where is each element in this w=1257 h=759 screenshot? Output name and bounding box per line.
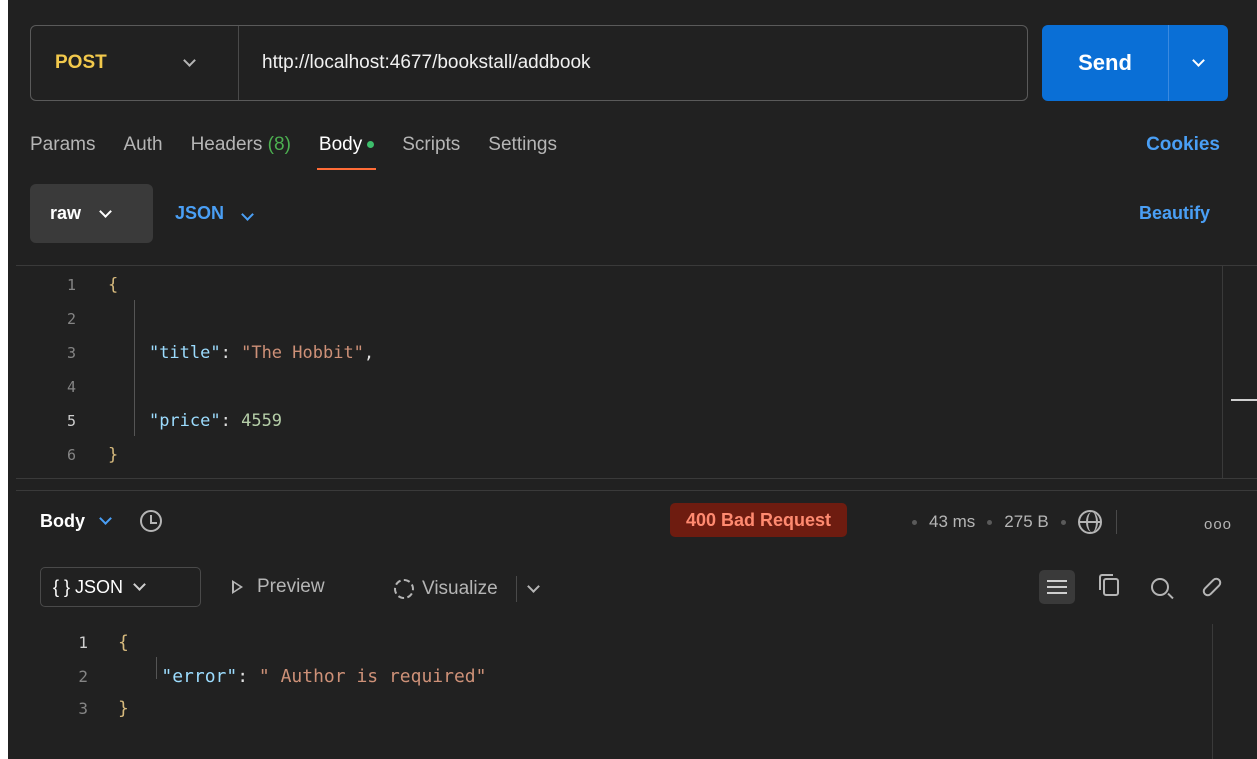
visualize-button[interactable]: Visualize (394, 576, 540, 602)
code-error-line: "error": " Author is required" (161, 665, 487, 687)
separator-dot (912, 519, 917, 525)
chevron-down-icon (241, 208, 254, 221)
response-section-label: Body (40, 510, 85, 531)
link-icon (1200, 575, 1224, 599)
chevron-down-icon (99, 512, 112, 525)
editor-line: 4 (16, 370, 92, 404)
status-badge[interactable]: 400 Bad Request (670, 503, 848, 537)
json-key: "error" (161, 665, 238, 687)
response-divider[interactable] (16, 490, 1257, 491)
line-number: 1 (66, 276, 76, 294)
code-open-brace: { (108, 275, 119, 295)
response-line: 1 { (16, 628, 129, 656)
more-options-icon[interactable]: ooo (1204, 516, 1232, 533)
json-string: " Author is required" (258, 665, 487, 687)
wrap-lines-button[interactable] (1039, 570, 1075, 604)
tab-auth[interactable]: Auth (123, 134, 162, 156)
visualize-label: Visualize (422, 578, 498, 599)
line-number: 4 (66, 378, 76, 396)
tab-headers[interactable]: Headers (8) (191, 134, 291, 156)
response-format-select[interactable]: { } JSON (40, 567, 201, 607)
preview-button[interactable]: Preview (232, 576, 325, 598)
request-body-editor[interactable]: 1 { 2 3 "title": "The Hobbit", 4 5 "pric… (16, 265, 1257, 479)
postman-panel: POST http://localhost:4677/bookstall/add… (8, 0, 1257, 759)
scrollbar-cursor-marker (1231, 399, 1257, 401)
request-bar: POST http://localhost:4677/bookstall/add… (30, 25, 1028, 101)
line-number: 6 (66, 446, 76, 464)
play-icon (232, 580, 243, 594)
send-button[interactable]: Send (1042, 50, 1168, 76)
divider (1115, 510, 1117, 534)
body-modified-dot (367, 141, 375, 149)
line-number: 2 (66, 310, 76, 328)
globe-icon[interactable] (1077, 510, 1102, 534)
copy-icon (1099, 574, 1119, 596)
tab-body-label: Body (318, 134, 363, 155)
editor-line: 1 { (16, 268, 118, 302)
tab-params[interactable]: Params (30, 134, 95, 156)
tab-body[interactable]: Body (316, 134, 377, 170)
tab-headers-label: Headers (190, 134, 263, 155)
code-close-brace: } (108, 445, 119, 465)
code-title-line: "title": "The Hobbit", (148, 343, 375, 363)
response-line: 2 "error": " Author is required" (16, 662, 486, 690)
response-meta: 43 ms 275 B (900, 510, 1117, 534)
response-time[interactable]: 43 ms (929, 512, 975, 532)
response-body-select[interactable]: Body (40, 510, 162, 532)
language-label: JSON (175, 203, 225, 223)
chevron-down-icon[interactable] (526, 580, 540, 593)
code-price-line: "price": 4559 (148, 411, 283, 431)
chevron-down-icon (133, 578, 146, 591)
headers-count: (8) (267, 134, 291, 155)
line-number: 2 (78, 666, 88, 686)
json-number: 4559 (241, 411, 283, 431)
chevron-down-icon (183, 54, 196, 67)
separator-dot (1060, 519, 1066, 525)
editor-line: 2 (16, 302, 92, 336)
response-size[interactable]: 275 B (1004, 512, 1048, 532)
tab-settings[interactable]: Settings (488, 134, 557, 156)
send-options-button[interactable] (1168, 25, 1228, 101)
code-open-brace: { (118, 631, 129, 653)
preview-label: Preview (257, 576, 325, 597)
json-key: "title" (148, 343, 221, 363)
link-button[interactable] (1194, 570, 1230, 604)
format-label: { } JSON (53, 576, 124, 597)
copy-button[interactable] (1093, 570, 1129, 604)
method-select[interactable]: POST (31, 26, 239, 100)
search-icon (1151, 578, 1169, 596)
language-select[interactable]: JSON (175, 203, 254, 224)
editor-line: 6 } (16, 438, 118, 472)
editor-line: 5 "price": 4559 (16, 404, 282, 438)
history-icon[interactable] (140, 510, 162, 532)
request-tabs: Params Auth Headers (8) Body Scripts Set… (30, 134, 585, 170)
json-string: "The Hobbit" (241, 343, 364, 363)
separator-dot (987, 519, 993, 525)
chevron-down-icon (1192, 54, 1205, 67)
chevron-down-icon (99, 204, 112, 218)
code-close-brace: } (118, 697, 129, 719)
url-input[interactable]: http://localhost:4677/bookstall/addbook (239, 52, 591, 74)
tab-scripts[interactable]: Scripts (402, 134, 460, 156)
body-mode-select[interactable]: raw (30, 184, 153, 243)
divider (515, 576, 517, 602)
method-label: POST (55, 52, 107, 73)
line-number: 3 (66, 344, 76, 362)
cookies-link[interactable]: Cookies (1146, 134, 1220, 156)
editor-line: 3 "title": "The Hobbit", (16, 336, 374, 370)
wrap-lines-icon (1047, 576, 1067, 598)
line-number: 5 (66, 412, 76, 430)
line-number: 1 (78, 632, 88, 652)
send-button-group: Send (1042, 25, 1228, 101)
response-scrollbar[interactable] (1212, 624, 1213, 759)
editor-scrollbar[interactable] (1222, 266, 1223, 478)
response-line: 3 } (16, 694, 129, 722)
beautify-button[interactable]: Beautify (1139, 203, 1210, 224)
visualize-icon (394, 579, 414, 599)
line-number: 3 (78, 698, 88, 718)
response-body-viewer[interactable]: 1 { 2 "error": " Author is required" 3 } (16, 624, 1257, 759)
json-key: "price" (148, 411, 221, 431)
body-mode-label: raw (50, 203, 82, 223)
search-button[interactable] (1142, 570, 1178, 604)
